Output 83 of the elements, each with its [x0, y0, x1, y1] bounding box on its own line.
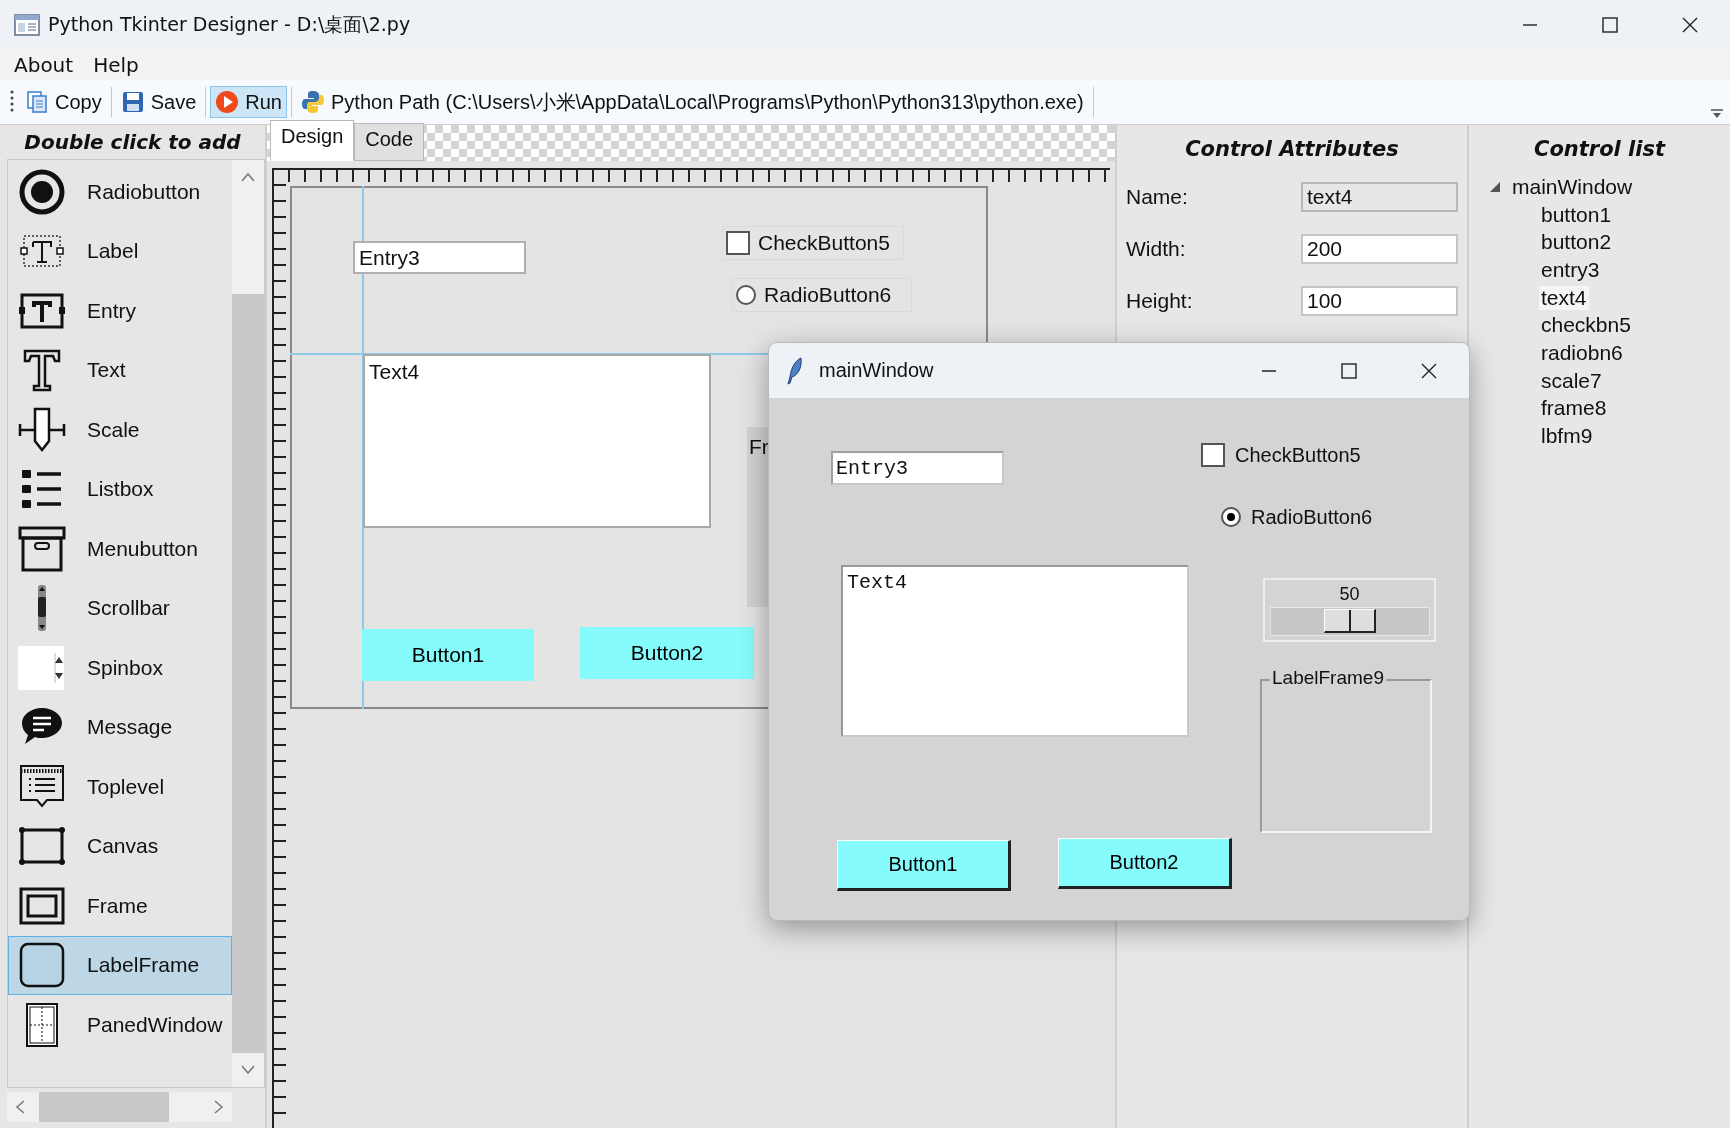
text-area[interactable]: Text4	[841, 565, 1189, 737]
close-icon[interactable]	[1681, 16, 1699, 34]
field-label: Width:	[1126, 237, 1186, 261]
palette-item[interactable]: Radiobutton	[8, 162, 232, 222]
scrollbar[interactable]	[7, 1092, 232, 1122]
palette-item[interactable]: PanedWindow	[8, 995, 232, 1055]
checkbutton[interactable]: CheckButton5	[722, 226, 904, 260]
tree-item[interactable]: entry3	[1539, 257, 1602, 282]
palette-item[interactable]: Toplevel	[8, 757, 232, 817]
tree-item[interactable]: frame8	[1539, 396, 1609, 421]
tree-item[interactable]: radiobn6	[1539, 340, 1625, 365]
tree-item[interactable]: scale7	[1539, 368, 1604, 393]
palette-item[interactable]: Message	[8, 697, 232, 757]
maximize-icon[interactable]	[1340, 361, 1358, 380]
radio-button[interactable]: RadioButton6	[1221, 500, 1411, 534]
copy-icon	[25, 90, 49, 114]
tree-item[interactable]: lbfm9	[1539, 424, 1595, 449]
field-label: Name:	[1126, 185, 1188, 209]
save-icon	[120, 90, 145, 114]
toolbar-button[interactable]: Copy	[20, 86, 107, 118]
scale-value: 50	[1339, 584, 1360, 605]
checkbox[interactable]	[726, 231, 750, 255]
toolbar-button[interactable]: Save	[115, 86, 202, 118]
entry-field[interactable]: Entry3	[831, 451, 1004, 485]
widget-button[interactable]: Button2	[580, 627, 754, 679]
palette-item[interactable]: Label	[8, 221, 232, 281]
menu-item[interactable]: Help	[83, 53, 149, 77]
tree-item[interactable]: checkbn5	[1539, 313, 1633, 338]
maximize-icon[interactable]	[1601, 16, 1619, 34]
overflow-chevron-icon[interactable]	[1710, 109, 1724, 119]
toolbar-button[interactable]: Python Path (C:\Users\小米\AppData\Local\Programs\Python\Python313\python.exe)	[296, 84, 1089, 120]
scroll-down-icon[interactable]	[241, 1065, 255, 1075]
scroll-left-icon[interactable]	[15, 1100, 25, 1114]
checkbutton[interactable]: CheckButton5	[1201, 438, 1381, 472]
scale-track[interactable]	[1269, 607, 1430, 636]
tab[interactable]: Code	[354, 123, 425, 161]
panel-title: Control list	[1532, 136, 1667, 163]
run-icon	[215, 90, 240, 114]
entry-field[interactable]: Entry3	[353, 241, 526, 274]
checkbox[interactable]	[1201, 443, 1225, 467]
scale-thumb[interactable]	[1323, 609, 1376, 633]
window-title: mainWindow	[819, 359, 935, 382]
tree-item[interactable]: mainWindow	[1510, 174, 1635, 199]
logo-icon	[301, 90, 325, 114]
widget-button[interactable]: Button1	[837, 840, 1011, 891]
panel-title: Double click to add	[23, 129, 242, 156]
scroll-right-icon[interactable]	[214, 1100, 224, 1114]
widget-button[interactable]: Button2	[1058, 838, 1232, 889]
close-icon[interactable]	[1420, 361, 1438, 380]
window-title: Python Tkinter Designer - D:\桌面\2.py	[48, 12, 412, 37]
palette-item[interactable]: Spinbox	[8, 638, 232, 698]
palette-item[interactable]: LabelFrame	[8, 935, 232, 995]
tab[interactable]: Design	[270, 120, 355, 161]
toolbar-button[interactable]: Run	[210, 86, 287, 118]
palette-item[interactable]: Text	[8, 340, 232, 400]
scroll-up-icon[interactable]	[241, 172, 255, 182]
palette-item[interactable]: Frame	[8, 876, 232, 936]
scrollbar-icon	[38, 585, 46, 632]
input-field[interactable]: 200	[1301, 234, 1458, 264]
radio-indicator[interactable]	[736, 285, 756, 305]
scrollbar-thumb[interactable]	[39, 1092, 169, 1122]
palette-item[interactable]: Scrollbar	[8, 578, 232, 638]
panel-title: Control Attributes	[1184, 136, 1400, 163]
scrollbar-thumb[interactable]	[232, 294, 264, 1053]
palette-item[interactable]: Scale	[8, 400, 232, 460]
text-area[interactable]: Text4	[363, 354, 711, 528]
radio-button[interactable]: RadioButton6	[732, 278, 912, 312]
palette-item[interactable]: Listbox	[8, 459, 232, 519]
menu-item[interactable]: About	[4, 53, 84, 77]
input-field[interactable]: 100	[1301, 286, 1458, 316]
scrollbar[interactable]	[232, 160, 264, 1087]
tree-item[interactable]: text4	[1539, 285, 1589, 310]
field-label: Height:	[1126, 289, 1193, 313]
feather-icon	[785, 356, 805, 385]
palette-item[interactable]: Entry	[8, 281, 232, 341]
window-icon	[14, 13, 40, 37]
tree-item[interactable]: button2	[1539, 230, 1614, 255]
expanded-arrow-icon[interactable]	[1489, 180, 1501, 193]
tree-item[interactable]: button1	[1539, 202, 1614, 227]
widget-button[interactable]: Button1	[362, 629, 534, 681]
palette-item[interactable]: Menubutton	[8, 519, 232, 579]
radio-indicator[interactable]	[1221, 507, 1241, 527]
palette-item[interactable]: Canvas	[8, 816, 232, 876]
